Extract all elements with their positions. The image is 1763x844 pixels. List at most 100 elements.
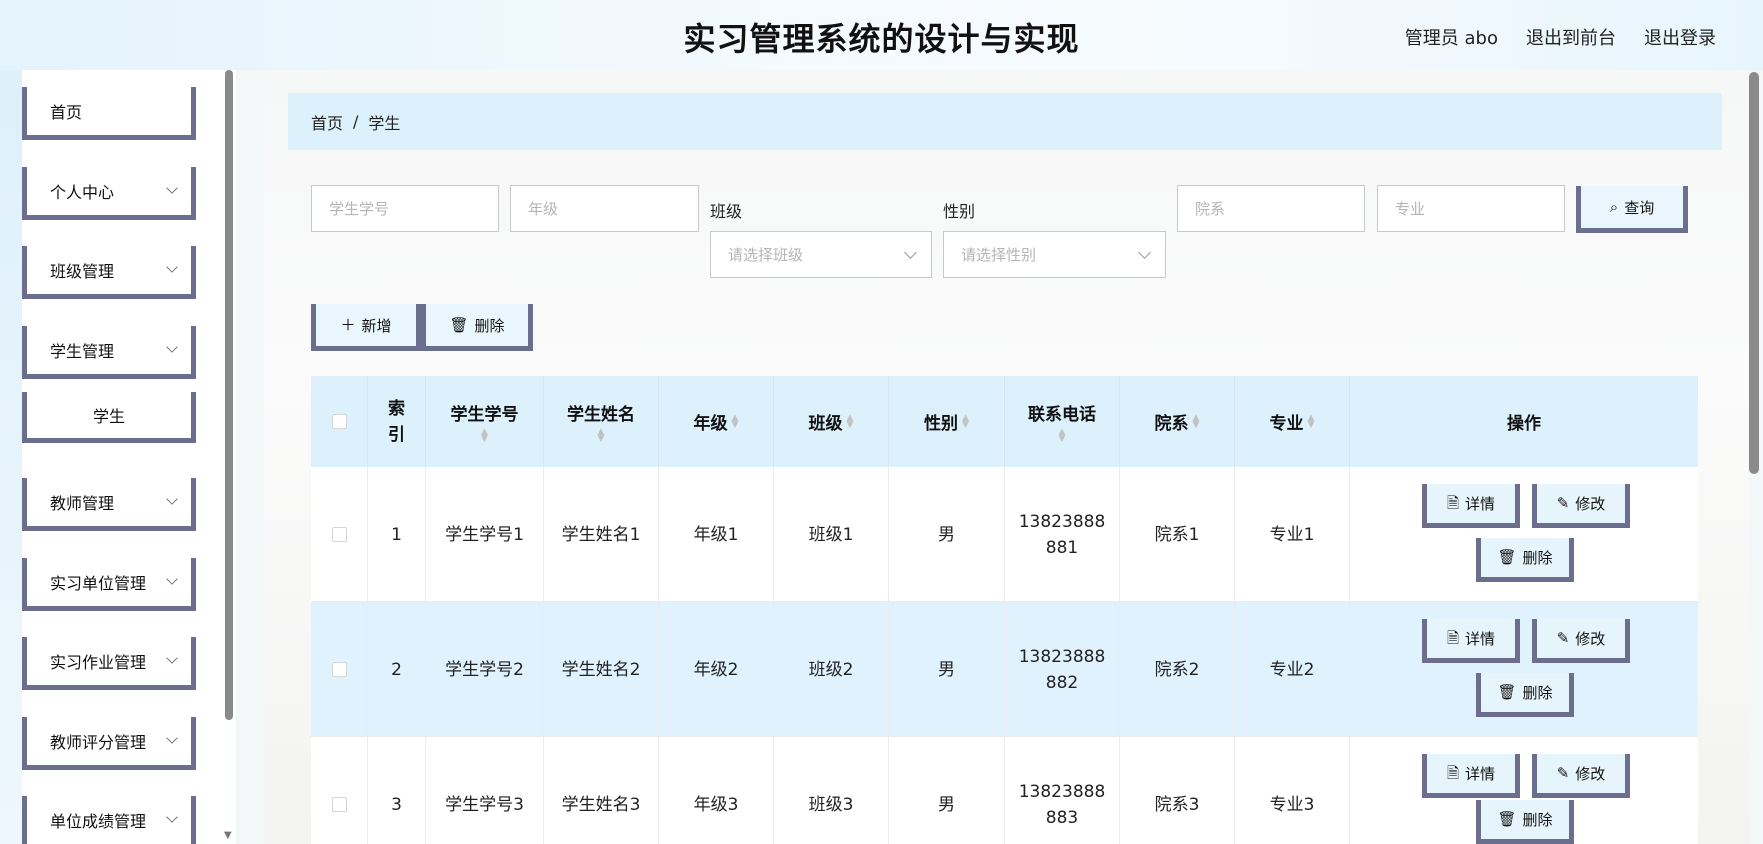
student-name-cell: 学生姓名3 — [544, 737, 659, 844]
row-checkbox-cell[interactable] — [311, 467, 368, 602]
back-to-front-link[interactable]: 退出到前台 — [1526, 24, 1616, 50]
logout-link[interactable]: 退出登录 — [1644, 24, 1716, 50]
sort-icon[interactable]: ▲ ▼ — [1308, 413, 1315, 429]
scroll-down-arrow-icon[interactable]: ▼ — [224, 830, 232, 841]
row-checkbox-cell[interactable] — [311, 602, 368, 737]
gender-select-placeholder: 请选择性别 — [961, 246, 1037, 264]
sidebar-item-student-management[interactable]: 学生管理 — [22, 326, 196, 379]
row-checkbox-cell[interactable] — [311, 737, 368, 844]
gender-cell: 男 — [889, 602, 1005, 737]
grade-cell: 年级1 — [659, 467, 774, 602]
edit-button[interactable]: ✎ 修改 — [1532, 484, 1630, 528]
sort-icon[interactable]: ▲ ▼ — [598, 428, 605, 444]
sort-icon[interactable]: ▲ ▼ — [847, 413, 854, 429]
sidebar: 首页 个人中心 班级管理 学生管理 学生 教师管理 实习单位管理 实习作业管理 … — [0, 70, 236, 844]
trash-icon: 🗑 — [1497, 683, 1517, 701]
phone-cell: 13823888 881 — [1005, 467, 1120, 602]
delete-button[interactable]: 🗑 删除 — [1476, 673, 1574, 717]
sidebar-item-label: 单位成绩管理 — [50, 812, 147, 831]
sort-icon[interactable]: ▲ ▼ — [1193, 413, 1200, 429]
gender-select[interactable]: 请选择性别 — [943, 231, 1166, 278]
header-student-name[interactable]: 学生姓名 ▲ ▼ — [544, 376, 659, 467]
header-select-all[interactable] — [311, 376, 368, 467]
header-department-label: 院系 — [1154, 414, 1189, 434]
major-input[interactable]: 专业 — [1377, 185, 1565, 232]
sidebar-item-teacher-management[interactable]: 教师管理 — [22, 478, 196, 531]
class-select[interactable]: 请选择班级 — [710, 231, 932, 278]
grade-cell: 年级2 — [659, 602, 774, 737]
main-scrollbar-thumb[interactable] — [1749, 72, 1759, 474]
sidebar-item-personal-center[interactable]: 个人中心 — [22, 167, 196, 220]
sidebar-item-teacher-score-management[interactable]: 教师评分管理 — [22, 717, 196, 770]
document-icon: 🗎 — [1446, 629, 1460, 647]
delete-button[interactable]: 🗑 删除 — [1476, 800, 1574, 844]
trash-icon: 🗑 — [1497, 810, 1517, 828]
sidebar-scrollbar-thumb[interactable] — [225, 70, 233, 720]
detail-button-label: 详情 — [1465, 765, 1496, 783]
sidebar-item-internship-assignment-management[interactable]: 实习作业管理 — [22, 637, 196, 690]
plus-icon: ＋ — [340, 315, 356, 334]
chevron-down-icon — [904, 246, 917, 259]
edit-button[interactable]: ✎ 修改 — [1532, 619, 1630, 663]
student-name-cell: 学生姓名1 — [544, 467, 659, 602]
select-all-checkbox[interactable] — [331, 414, 347, 429]
trash-icon: 🗑 — [1497, 548, 1517, 566]
breadcrumb: 首页 / 学生 — [288, 93, 1722, 150]
detail-button[interactable]: 🗎 详情 — [1422, 484, 1520, 528]
detail-button[interactable]: 🗎 详情 — [1422, 619, 1520, 663]
student-no-placeholder: 学生学号 — [329, 200, 390, 218]
chevron-down-icon — [166, 811, 178, 823]
class-cell: 班级1 — [774, 467, 889, 602]
grade-input[interactable]: 年级 — [510, 185, 699, 232]
student-no-input[interactable]: 学生学号 — [311, 185, 499, 232]
delete-button-label: 删除 — [1522, 684, 1553, 702]
header-links: 管理员 abo 退出到前台 退出登录 — [1405, 24, 1716, 50]
department-cell: 院系3 — [1120, 737, 1235, 844]
student-name-cell: 学生姓名2 — [544, 602, 659, 737]
grade-cell: 年级3 — [659, 737, 774, 844]
sort-icon[interactable]: ▲ ▼ — [962, 413, 969, 429]
detail-button[interactable]: 🗎 详情 — [1422, 754, 1520, 798]
sort-icon[interactable]: ▲ ▼ — [1059, 428, 1066, 444]
chevron-down-icon — [166, 493, 178, 505]
breadcrumb-home[interactable]: 首页 — [311, 110, 343, 134]
header-major[interactable]: 专业 ▲ ▼ — [1235, 376, 1350, 467]
header-major-label: 专业 — [1269, 414, 1304, 434]
header-phone[interactable]: 联系电话 ▲ ▼ — [1005, 376, 1120, 467]
sidebar-item-home[interactable]: 首页 — [22, 87, 196, 140]
edit-button-label: 修改 — [1575, 765, 1606, 783]
sidebar-item-unit-score-management[interactable]: 单位成绩管理 — [22, 796, 196, 844]
header-index-label: 索引 — [388, 398, 405, 445]
sidebar-item-internship-unit-management[interactable]: 实习单位管理 — [22, 558, 196, 611]
delete-button[interactable]: 🗑 删除 — [1476, 538, 1574, 582]
row-checkbox[interactable] — [331, 797, 347, 812]
edit-button[interactable]: ✎ 修改 — [1532, 754, 1630, 798]
header-class[interactable]: 班级 ▲ ▼ — [774, 376, 889, 467]
sidebar-subitem-student[interactable]: 学生 — [22, 392, 196, 443]
class-label: 班级 — [710, 202, 743, 221]
header-student-no[interactable]: 学生学号 ▲ ▼ — [426, 376, 544, 467]
department-cell: 院系1 — [1120, 467, 1235, 602]
gender-cell: 男 — [889, 737, 1005, 844]
header-gender[interactable]: 性别 ▲ ▼ — [889, 376, 1005, 467]
header-grade[interactable]: 年级 ▲ ▼ — [659, 376, 774, 467]
query-button[interactable]: ⌕ 查询 — [1576, 186, 1688, 233]
row-checkbox[interactable] — [331, 662, 347, 677]
chevron-down-icon — [166, 261, 178, 273]
chevron-down-icon — [166, 652, 178, 664]
sort-icon[interactable]: ▲ ▼ — [481, 428, 488, 444]
add-button[interactable]: ＋ 新增 — [311, 304, 421, 351]
sidebar-item-label: 实习单位管理 — [50, 574, 147, 593]
department-input[interactable]: 院系 — [1177, 185, 1365, 232]
top-header: 实习管理系统的设计与实现 管理员 abo 退出到前台 退出登录 — [0, 0, 1763, 70]
header-department[interactable]: 院系 ▲ ▼ — [1120, 376, 1235, 467]
pencil-icon: ✎ — [1556, 764, 1570, 782]
sidebar-item-class-management[interactable]: 班级管理 — [22, 246, 196, 299]
header-grade-label: 年级 — [693, 414, 728, 434]
phone-line-2: 883 — [1045, 807, 1079, 828]
sort-icon[interactable]: ▲ ▼ — [732, 413, 739, 429]
admin-user-label[interactable]: 管理员 abo — [1405, 24, 1498, 50]
major-cell: 专业3 — [1235, 737, 1350, 844]
batch-delete-button[interactable]: 🗑 删除 — [421, 304, 533, 351]
row-checkbox[interactable] — [331, 527, 347, 542]
